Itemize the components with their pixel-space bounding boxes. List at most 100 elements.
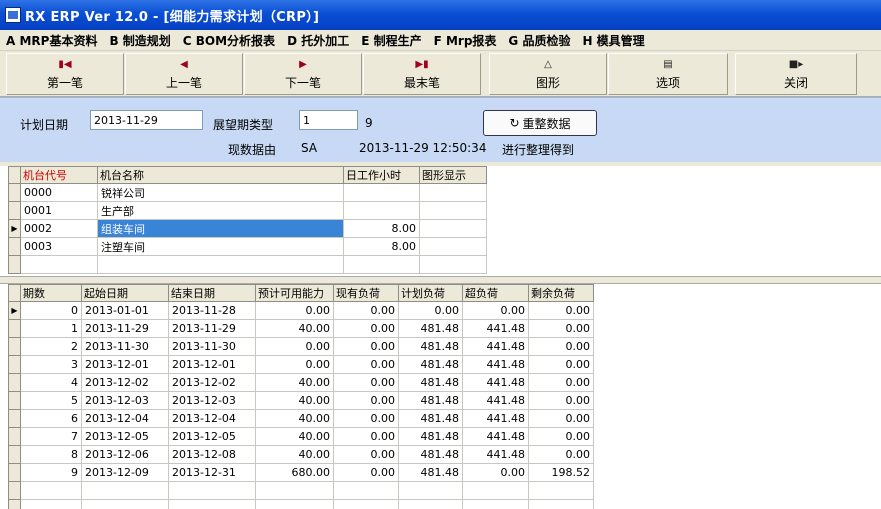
- machine-code[interactable]: 0001: [20, 201, 98, 220]
- overload[interactable]: 441.48: [462, 319, 529, 338]
- reorganize-data-button[interactable]: ↻ 重整数据: [483, 110, 597, 136]
- available-capacity[interactable]: 0.00: [255, 355, 334, 374]
- menu-manufacturing-plan[interactable]: B 制造规划: [109, 32, 170, 49]
- remaining-load[interactable]: 198.52: [528, 463, 594, 482]
- current-load[interactable]: [333, 481, 399, 500]
- current-load[interactable]: 0.00: [333, 319, 399, 338]
- remaining-load[interactable]: 0.00: [528, 337, 594, 356]
- table-row[interactable]: 5 2013-12-03 2013-12-03 40.00 0.00 481.48 441.…: [8, 391, 594, 410]
- table-row-empty[interactable]: [8, 499, 594, 509]
- planned-load[interactable]: 481.48: [398, 319, 463, 338]
- planned-load[interactable]: 481.48: [398, 355, 463, 374]
- end-date[interactable]: 2013-11-28: [168, 301, 256, 320]
- end-date[interactable]: [168, 499, 256, 509]
- daily-hours[interactable]: [343, 201, 420, 220]
- row-indicator[interactable]: [8, 409, 21, 428]
- start-date[interactable]: 2013-12-04: [81, 409, 169, 428]
- planned-load[interactable]: [398, 481, 463, 500]
- start-date[interactable]: 2013-12-01: [81, 355, 169, 374]
- menu-quality-inspection[interactable]: G 品质检验: [508, 32, 570, 49]
- col-period-no[interactable]: 期数: [20, 284, 82, 302]
- overload[interactable]: [462, 481, 529, 500]
- menu-bom-report[interactable]: C BOM分析报表: [183, 32, 275, 49]
- planned-load[interactable]: 0.00: [398, 301, 463, 320]
- current-load[interactable]: 0.00: [333, 337, 399, 356]
- row-indicator[interactable]: [8, 183, 21, 202]
- remaining-load[interactable]: 0.00: [528, 373, 594, 392]
- row-indicator[interactable]: [8, 391, 21, 410]
- overload[interactable]: 0.00: [462, 463, 529, 482]
- available-capacity[interactable]: 680.00: [255, 463, 334, 482]
- row-indicator[interactable]: [8, 445, 21, 464]
- period-no[interactable]: [20, 481, 82, 500]
- start-date[interactable]: 2013-11-29: [81, 319, 169, 338]
- available-capacity[interactable]: [255, 499, 334, 509]
- end-date[interactable]: 2013-12-02: [168, 373, 256, 392]
- end-date[interactable]: 2013-11-30: [168, 337, 256, 356]
- col-start-date[interactable]: 起始日期: [81, 284, 169, 302]
- row-indicator[interactable]: [8, 319, 21, 338]
- available-capacity[interactable]: 40.00: [255, 319, 334, 338]
- period-no[interactable]: 5: [20, 391, 82, 410]
- current-load[interactable]: [333, 499, 399, 509]
- options-button[interactable]: ▤ 选项: [608, 53, 728, 95]
- remaining-load[interactable]: 0.00: [528, 427, 594, 446]
- daily-hours[interactable]: 8.00: [343, 237, 420, 256]
- current-load[interactable]: 0.00: [333, 373, 399, 392]
- table-row-empty[interactable]: [8, 255, 487, 274]
- row-indicator[interactable]: [8, 337, 21, 356]
- row-indicator[interactable]: [8, 355, 21, 374]
- period-no[interactable]: 1: [20, 319, 82, 338]
- table-row[interactable]: 4 2013-12-02 2013-12-02 40.00 0.00 481.48 441.…: [8, 373, 594, 392]
- row-indicator[interactable]: [8, 201, 21, 220]
- chart-display[interactable]: [419, 237, 487, 256]
- table-row[interactable]: 9 2013-12-09 2013-12-31 680.00 0.00 481.48 0.0…: [8, 463, 594, 482]
- last-record-button[interactable]: ▶▮ 最末笔: [363, 53, 481, 95]
- end-date[interactable]: 2013-12-03: [168, 391, 256, 410]
- start-date[interactable]: 2013-12-05: [81, 427, 169, 446]
- remaining-load[interactable]: [528, 481, 594, 500]
- start-date[interactable]: 2013-12-02: [81, 373, 169, 392]
- menu-process-production[interactable]: E 制程生产: [361, 32, 421, 49]
- chart-display[interactable]: [419, 183, 487, 202]
- machine-name[interactable]: 注塑车间: [97, 237, 344, 256]
- start-date[interactable]: 2013-11-30: [81, 337, 169, 356]
- current-load[interactable]: 0.00: [333, 445, 399, 464]
- machine-name[interactable]: 组装车间: [97, 219, 344, 238]
- col-chart-display[interactable]: 图形显示: [419, 166, 487, 184]
- available-capacity[interactable]: 40.00: [255, 373, 334, 392]
- planned-load[interactable]: 481.48: [398, 463, 463, 482]
- row-indicator[interactable]: [8, 237, 21, 256]
- table-row[interactable]: 6 2013-12-04 2013-12-04 40.00 0.00 481.48 441.…: [8, 409, 594, 428]
- table-row[interactable]: 2 2013-11-30 2013-11-30 0.00 0.00 481.48 441.4…: [8, 337, 594, 356]
- remaining-load[interactable]: 0.00: [528, 355, 594, 374]
- current-row-arrow-icon[interactable]: ▶: [8, 219, 21, 238]
- table-row[interactable]: ▶ 0 2013-01-01 2013-11-28 0.00 0.00 0.00 0.00 0.…: [8, 301, 594, 320]
- end-date[interactable]: 2013-12-04: [168, 409, 256, 428]
- first-record-button[interactable]: ▮◀ 第一笔: [6, 53, 124, 95]
- row-indicator[interactable]: [8, 427, 21, 446]
- table-row[interactable]: 0000 锐祥公司: [8, 183, 487, 202]
- current-load[interactable]: 0.00: [333, 409, 399, 428]
- overload[interactable]: 441.48: [462, 445, 529, 464]
- period-no[interactable]: 7: [20, 427, 82, 446]
- remaining-load[interactable]: 0.00: [528, 391, 594, 410]
- current-load[interactable]: 0.00: [333, 301, 399, 320]
- remaining-load[interactable]: 0.00: [528, 445, 594, 464]
- overload[interactable]: [462, 499, 529, 509]
- machine-name[interactable]: 锐祥公司: [97, 183, 344, 202]
- menu-mold-management[interactable]: H 模具管理: [582, 32, 644, 49]
- col-daily-hours[interactable]: 日工作小时: [343, 166, 420, 184]
- overload[interactable]: 0.00: [462, 301, 529, 320]
- chart-display[interactable]: [419, 219, 487, 238]
- splitter[interactable]: [0, 276, 881, 284]
- available-capacity[interactable]: [255, 481, 334, 500]
- col-overload[interactable]: 超负荷: [462, 284, 529, 302]
- available-capacity[interactable]: 40.00: [255, 427, 334, 446]
- available-capacity[interactable]: 0.00: [255, 337, 334, 356]
- table-row[interactable]: 0003 注塑车间 8.00: [8, 237, 487, 256]
- available-capacity[interactable]: 0.00: [255, 301, 334, 320]
- planned-load[interactable]: 481.48: [398, 409, 463, 428]
- end-date[interactable]: 2013-12-08: [168, 445, 256, 464]
- table-row[interactable]: 0001 生产部: [8, 201, 487, 220]
